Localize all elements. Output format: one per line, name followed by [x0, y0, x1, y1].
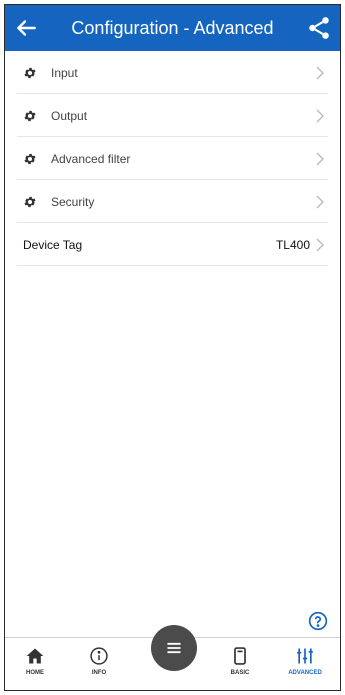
settings-list: Input Output Advanced filter Security De…	[17, 51, 328, 266]
help-circle-icon[interactable]	[308, 611, 328, 631]
nav-label: INFO	[91, 670, 107, 676]
home-icon	[26, 648, 44, 664]
menu-item-label: Security	[51, 194, 95, 209]
nav-home[interactable]: HOME	[5, 638, 65, 690]
gear-icon	[24, 153, 36, 164]
info-icon	[90, 647, 108, 665]
menu-item-output[interactable]: Output	[17, 95, 328, 137]
gear-icon	[24, 196, 36, 207]
chevron-right-icon	[316, 238, 324, 252]
nav-basic[interactable]: BASIC	[210, 638, 270, 690]
nav-label: HOME	[26, 670, 44, 676]
arrow-left-icon[interactable]	[13, 15, 39, 41]
device-tag-label: Device Tag	[23, 237, 83, 252]
app-bar: Configuration - Advanced	[5, 5, 340, 51]
device-tag-row[interactable]: Device Tag TL400	[17, 224, 328, 266]
nav-info[interactable]: INFO	[69, 638, 129, 690]
device-icon	[234, 647, 246, 665]
menu-item-input[interactable]: Input	[17, 52, 328, 94]
share-icon[interactable]	[306, 15, 332, 41]
menu-item-label: Output	[51, 108, 88, 123]
page-title: Configuration - Advanced	[71, 18, 274, 38]
gear-icon	[24, 67, 36, 78]
chevron-right-icon	[316, 109, 324, 123]
device-tag-value: TL400	[275, 237, 310, 252]
chevron-right-icon	[316, 195, 324, 209]
menu-item-security[interactable]: Security	[17, 181, 328, 223]
menu-item-advanced-filter[interactable]: Advanced filter	[17, 138, 328, 180]
menu-button[interactable]	[151, 625, 197, 671]
app-screen: Configuration - Advanced Input Output Ad…	[4, 4, 341, 691]
nav-label: ADVANCED	[288, 670, 322, 676]
menu-item-label: Input	[51, 65, 78, 80]
nav-advanced[interactable]: ADVANCED	[275, 638, 335, 690]
sliders-icon	[297, 648, 313, 664]
gear-icon	[24, 110, 36, 121]
chevron-right-icon	[316, 152, 324, 166]
chevron-right-icon	[316, 66, 324, 80]
menu-item-label: Advanced filter	[51, 151, 131, 166]
menu-icon	[167, 642, 181, 654]
nav-label: BASIC	[230, 670, 250, 676]
